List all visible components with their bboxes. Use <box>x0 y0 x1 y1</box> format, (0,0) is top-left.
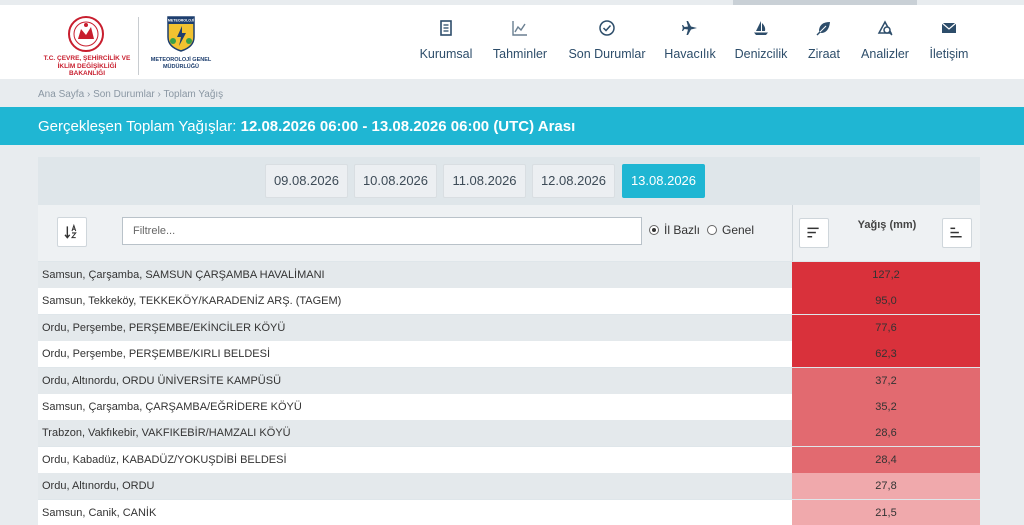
sort-asc-button[interactable] <box>942 218 972 248</box>
precipitation-value: 28,4 <box>792 447 980 473</box>
sort-ascending-icon <box>950 227 962 238</box>
nav-label: Havacılık <box>664 47 716 61</box>
table-row[interactable]: Ordu, Altınordu, ORDU ÜNİVERSİTE KAMPÜSÜ… <box>38 368 980 394</box>
date-button[interactable]: 10.08.2026 <box>354 164 437 198</box>
page-title-prefix: Gerçekleşen Toplam Yağışlar: <box>38 118 237 135</box>
site-header: T.C. ÇEVRE, ŞEHİRCİLİK VE İKLİM DEĞİŞİKL… <box>0 5 1024 79</box>
station-name: Samsun, Çarşamba, SAMSUN ÇARŞAMBA HAVALİ… <box>42 269 325 281</box>
mgm-badge-label: METEOROLOJİ <box>168 19 194 23</box>
station-name: Ordu, Altınordu, ORDU ÜNİVERSİTE KAMPÜSÜ <box>42 375 282 387</box>
nav-ziraat[interactable]: Ziraat <box>806 19 842 69</box>
nav-havacilik[interactable]: Havacılık <box>664 19 716 69</box>
station-name: Ordu, Perşembe, PERŞEMBE/KIRLI BELDESİ <box>42 348 271 360</box>
breadcrumb-item[interactable]: Son Durumlar <box>93 89 155 100</box>
precipitation-value: 35,2 <box>792 394 980 420</box>
date-button[interactable]: 11.08.2026 <box>443 164 526 198</box>
nav-label: Denizcilik <box>734 47 788 61</box>
precipitation-value: 127,2 <box>792 262 980 288</box>
table-row[interactable]: Samsun, Tekkeköy, TEKKEKÖY/KARADENİZ ARŞ… <box>38 288 980 314</box>
page-title: Gerçekleşen Toplam Yağışlar: 12.08.2026 … <box>38 118 575 135</box>
precipitation-value: 37,2 <box>792 368 980 394</box>
table-row[interactable]: Trabzon, Vakfıkebir, VAKFIKEBİR/HAMZALI … <box>38 420 980 446</box>
sort-alpha-button[interactable] <box>57 217 87 247</box>
envelope-icon <box>941 22 957 33</box>
ministry-seal-icon <box>68 16 104 52</box>
station-name: Ordu, Perşembe, PERŞEMBE/EKİNCİLER KÖYÜ <box>42 322 286 334</box>
clock-check-icon <box>599 20 615 36</box>
table-row[interactable]: Ordu, Perşembe, PERŞEMBE/EKİNCİLER KÖYÜ 7… <box>38 315 980 341</box>
mgm-badge-text: METEOROLOJİ <box>168 19 194 23</box>
station-name: Samsun, Çarşamba, ÇARŞAMBA/EĞRİDERE KÖYÜ <box>42 401 302 413</box>
precipitation-value: 77,6 <box>792 315 980 341</box>
precipitation-value: 28,6 <box>792 420 980 446</box>
date-button[interactable]: 12.08.2026 <box>532 164 615 198</box>
station-name: Samsun, Canik, CANİK <box>42 507 157 519</box>
nav-label: İletişim <box>929 47 969 61</box>
radio-label: Genel <box>722 223 755 237</box>
nav-label: Ziraat <box>808 47 840 61</box>
sailboat-icon <box>754 21 768 35</box>
mgm-logo-text: METEOROLOJİ GENEL MÜDÜRLÜĞÜ <box>150 57 212 70</box>
breadcrumb-item[interactable]: Ana Sayfa <box>38 89 84 100</box>
precipitation-value: 62,3 <box>792 341 980 367</box>
station-name: Trabzon, Vakfıkebir, VAKFIKEBİR/HAMZALI … <box>42 427 291 439</box>
station-name: Samsun, Tekkeköy, TEKKEKÖY/KARADENİZ ARŞ… <box>42 295 342 307</box>
date-button-selected[interactable]: 13.08.2026 <box>622 164 705 198</box>
table-row[interactable]: Ordu, Perşembe, PERŞEMBE/KIRLI BELDESİ 62… <box>38 341 980 367</box>
station-name: Ordu, Kabadüz, KABADÜZ/YOKUŞDİBİ BELDESİ <box>42 454 287 466</box>
page-title-band: Gerçekleşen Toplam Yağışlar: 12.08.2026 … <box>0 107 1024 145</box>
sort-desc-button[interactable] <box>799 218 829 248</box>
table-row[interactable]: Samsun, Çarşamba, ÇARŞAMBA/EĞRİDERE KÖYÜ… <box>38 394 980 420</box>
nav-label: Son Durumlar <box>568 47 646 61</box>
breadcrumb-separator: › <box>157 89 161 100</box>
precipitation-value: 21,5 <box>792 500 980 525</box>
nav-denizcilik[interactable]: Denizcilik <box>733 19 789 69</box>
airplane-icon <box>682 21 697 35</box>
chart-icon <box>512 21 527 36</box>
page-title-range: 12.08.2026 06:00 - 13.08.2026 06:00 (UTC… <box>240 118 576 135</box>
document-icon <box>440 20 452 36</box>
station-name: Ordu, Altınordu, ORDU <box>42 480 155 492</box>
nav-tahminler[interactable]: Tahminler <box>490 19 550 69</box>
ministry-logo[interactable]: T.C. ÇEVRE, ŞEHİRCİLİK VE İKLİM DEĞİŞİKL… <box>40 15 134 77</box>
table-row[interactable]: Samsun, Canik, CANİK 21,5 <box>38 500 980 525</box>
radio-circle[interactable] <box>707 225 717 235</box>
nav-label: Tahminler <box>492 47 548 61</box>
radio-circle-selected[interactable] <box>649 225 659 235</box>
breadcrumb: Ana Sayfa › Son Durumlar › Toplam Yağış <box>38 89 223 100</box>
logo-divider <box>138 17 139 75</box>
date-button[interactable]: 09.08.2026 <box>265 164 348 198</box>
table-row[interactable]: Ordu, Altınordu, ORDU 27,8 <box>38 473 980 499</box>
table-row[interactable]: Samsun, Çarşamba, SAMSUN ÇARŞAMBA HAVALİ… <box>38 262 980 288</box>
radio-label: İl Bazlı <box>664 223 701 237</box>
breadcrumb-separator: › <box>86 89 91 100</box>
ministry-logo-text: T.C. ÇEVRE, ŞEHİRCİLİK VE İKLİM DEĞİŞİKL… <box>43 55 131 77</box>
nav-iletisim[interactable]: İletişim <box>927 19 971 69</box>
table-row[interactable]: Ordu, Kabadüz, KABADÜZ/YOKUŞDİBİ BELDESİ… <box>38 447 980 473</box>
nav-label: Analizler <box>861 47 909 61</box>
filter-input[interactable] <box>122 217 642 245</box>
analysis-icon <box>877 20 893 36</box>
nav-son-durumlar[interactable]: Son Durumlar <box>567 19 647 69</box>
precipitation-value: 95,0 <box>792 288 980 314</box>
leaf-icon <box>816 22 830 36</box>
sort-alpha-icon <box>64 223 77 239</box>
sort-descending-icon <box>807 227 819 238</box>
breadcrumb-current: Toplam Yağış <box>163 89 224 100</box>
precipitation-value: 27,8 <box>792 473 980 499</box>
radio-il-bazli[interactable]: İl Bazlı <box>649 223 700 237</box>
nav-kurumsal[interactable]: Kurumsal <box>418 19 474 69</box>
nav-analizler[interactable]: Analizler <box>859 19 911 69</box>
nav-label: Kurumsal <box>419 47 473 61</box>
mgm-logo[interactable]: METEOROLOJİ METEOROLOJİ GENEL MÜDÜRLÜĞÜ <box>148 15 214 77</box>
radio-genel[interactable]: Genel <box>707 223 754 237</box>
